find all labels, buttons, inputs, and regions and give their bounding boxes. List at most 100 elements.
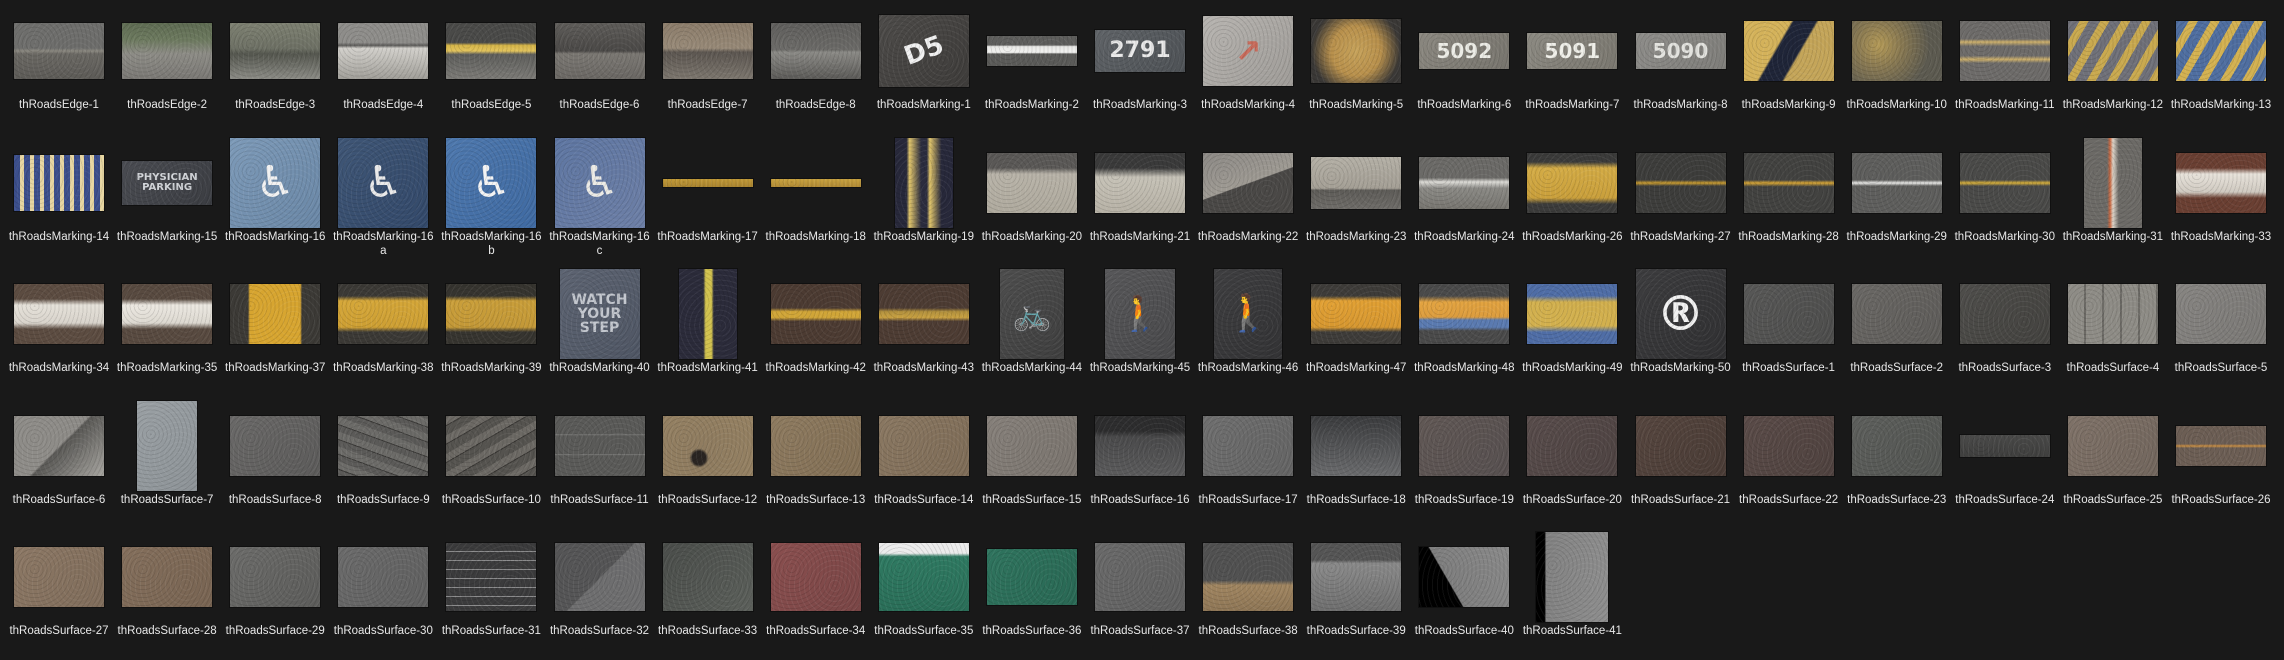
file-item[interactable]: thRoadsSurface-34 xyxy=(762,532,870,660)
file-item[interactable]: thRoadsMarking-13 xyxy=(2167,6,2275,134)
file-item[interactable]: thRoadsSurface-30 xyxy=(329,532,437,660)
file-item[interactable]: thRoadsSurface-39 xyxy=(1302,532,1410,660)
file-item[interactable]: thRoadsMarking-11 xyxy=(1951,6,2059,134)
file-item[interactable]: thRoadsSurface-25 xyxy=(2059,401,2167,529)
file-item[interactable]: ♿ thRoadsMarking-16 xyxy=(221,137,329,266)
file-item[interactable]: thRoadsSurface-22 xyxy=(1735,401,1843,529)
file-item[interactable]: thRoadsMarking-29 xyxy=(1843,138,1951,266)
file-item[interactable]: thRoadsMarking-26 xyxy=(1518,138,1626,266)
file-item[interactable]: thRoadsMarking-28 xyxy=(1735,138,1843,266)
file-item[interactable]: thRoadsSurface-9 xyxy=(329,401,437,529)
file-item[interactable]: thRoadsSurface-38 xyxy=(1194,532,1302,660)
file-item[interactable]: thRoadsSurface-20 xyxy=(1518,401,1626,529)
file-item[interactable]: thRoadsMarking-30 xyxy=(1951,138,2059,266)
thumbnail-text: 🚶 xyxy=(1225,293,1271,334)
file-item[interactable]: thRoadsMarking-41 xyxy=(654,269,762,397)
file-item[interactable]: thRoadsEdge-7 xyxy=(654,6,762,134)
file-item[interactable]: thRoadsSurface-26 xyxy=(2167,401,2275,529)
file-item[interactable]: thRoadsEdge-5 xyxy=(437,6,545,134)
file-item[interactable]: thRoadsMarking-14 xyxy=(5,138,113,266)
file-item[interactable]: thRoadsSurface-21 xyxy=(1627,401,1735,529)
file-item[interactable]: thRoadsMarking-19 xyxy=(870,137,978,266)
file-item[interactable]: thRoadsMarking-20 xyxy=(978,138,1086,266)
file-item[interactable]: thRoadsEdge-1 xyxy=(5,6,113,134)
file-item[interactable]: 🚲 thRoadsMarking-44 xyxy=(978,269,1086,397)
file-item[interactable]: thRoadsMarking-31 xyxy=(2059,137,2167,266)
file-item[interactable]: thRoadsSurface-16 xyxy=(1086,401,1194,529)
file-item[interactable]: thRoadsMarking-33 xyxy=(2167,138,2275,266)
file-item[interactable]: thRoadsSurface-3 xyxy=(1951,269,2059,397)
file-item[interactable]: 5090 thRoadsMarking-8 xyxy=(1627,6,1735,134)
file-item[interactable]: 2791 thRoadsMarking-3 xyxy=(1086,6,1194,134)
file-item[interactable]: thRoadsSurface-27 xyxy=(5,532,113,660)
file-item[interactable]: thRoadsSurface-17 xyxy=(1194,401,1302,529)
file-item[interactable]: ♿ thRoadsMarking-16b xyxy=(437,137,545,266)
file-item[interactable]: thRoadsSurface-19 xyxy=(1410,401,1518,529)
file-item[interactable]: 5092 thRoadsMarking-6 xyxy=(1410,6,1518,134)
file-item[interactable]: thRoadsSurface-23 xyxy=(1843,401,1951,529)
file-item[interactable]: thRoadsSurface-2 xyxy=(1843,269,1951,397)
file-item[interactable]: ® thRoadsMarking-50 xyxy=(1627,269,1735,397)
file-item[interactable]: thRoadsSurface-41 xyxy=(1518,532,1626,660)
file-item[interactable]: thRoadsSurface-15 xyxy=(978,401,1086,529)
file-item[interactable]: thRoadsEdge-4 xyxy=(329,6,437,134)
file-item[interactable]: thRoadsSurface-5 xyxy=(2167,269,2275,397)
file-item[interactable]: thRoadsMarking-5 xyxy=(1302,6,1410,134)
file-item[interactable]: 🚶 thRoadsMarking-46 xyxy=(1194,269,1302,397)
file-item[interactable]: thRoadsMarking-24 xyxy=(1410,138,1518,266)
file-item[interactable]: thRoadsMarking-22 xyxy=(1194,138,1302,266)
file-item[interactable]: thRoadsMarking-48 xyxy=(1410,269,1518,397)
file-item[interactable]: thRoadsSurface-40 xyxy=(1410,532,1518,660)
file-item[interactable]: thRoadsMarking-21 xyxy=(1086,138,1194,266)
file-item[interactable]: ♿ thRoadsMarking-16c xyxy=(546,137,654,266)
file-item[interactable]: thRoadsMarking-18 xyxy=(762,138,870,266)
file-item[interactable]: thRoadsMarking-37 xyxy=(221,269,329,397)
file-item[interactable]: thRoadsSurface-7 xyxy=(113,400,221,529)
file-item[interactable]: D5 thRoadsMarking-1 xyxy=(870,6,978,134)
file-item[interactable]: thRoadsSurface-14 xyxy=(870,401,978,529)
file-item[interactable]: thRoadsMarking-35 xyxy=(113,269,221,397)
file-item[interactable]: WATCH YOUR STEP thRoadsMarking-40 xyxy=(546,269,654,397)
file-item[interactable]: thRoadsSurface-28 xyxy=(113,532,221,660)
file-item[interactable]: thRoadsMarking-38 xyxy=(329,269,437,397)
file-item[interactable]: thRoadsMarking-17 xyxy=(654,138,762,266)
file-item[interactable]: thRoadsSurface-8 xyxy=(221,401,329,529)
file-item[interactable]: thRoadsSurface-37 xyxy=(1086,532,1194,660)
file-item[interactable]: thRoadsEdge-8 xyxy=(762,6,870,134)
file-item[interactable]: thRoadsSurface-32 xyxy=(546,532,654,660)
file-item[interactable]: thRoadsSurface-4 xyxy=(2059,269,2167,397)
file-item[interactable]: thRoadsSurface-13 xyxy=(762,401,870,529)
file-item[interactable]: thRoadsSurface-29 xyxy=(221,532,329,660)
file-item[interactable]: thRoadsMarking-39 xyxy=(437,269,545,397)
file-item[interactable]: thRoadsSurface-11 xyxy=(546,401,654,529)
file-item[interactable]: thRoadsMarking-42 xyxy=(762,269,870,397)
file-item[interactable]: ♿ thRoadsMarking-16a xyxy=(329,137,437,266)
file-item[interactable]: thRoadsEdge-6 xyxy=(546,6,654,134)
file-item[interactable]: thRoadsMarking-27 xyxy=(1627,138,1735,266)
file-item[interactable]: thRoadsEdge-3 xyxy=(221,6,329,134)
file-item[interactable]: thRoadsMarking-43 xyxy=(870,269,978,397)
file-item[interactable]: thRoadsSurface-33 xyxy=(654,532,762,660)
file-item[interactable]: thRoadsMarking-10 xyxy=(1843,6,1951,134)
file-item[interactable]: thRoadsSurface-18 xyxy=(1302,401,1410,529)
file-item[interactable]: thRoadsMarking-12 xyxy=(2059,6,2167,134)
file-item[interactable]: thRoadsEdge-2 xyxy=(113,6,221,134)
file-item[interactable]: 🚶 thRoadsMarking-45 xyxy=(1086,269,1194,397)
file-item[interactable]: 5091 thRoadsMarking-7 xyxy=(1518,6,1626,134)
file-item[interactable]: thRoadsMarking-2 xyxy=(978,6,1086,134)
file-item[interactable]: thRoadsSurface-36 xyxy=(978,532,1086,660)
file-item[interactable]: PHYSICIAN PARKING thRoadsMarking-15 xyxy=(113,138,221,266)
file-item[interactable]: thRoadsSurface-35 xyxy=(870,532,978,660)
file-item[interactable]: thRoadsMarking-23 xyxy=(1302,138,1410,266)
file-item[interactable]: thRoadsMarking-9 xyxy=(1735,6,1843,134)
file-item[interactable]: thRoadsSurface-6 xyxy=(5,401,113,529)
file-item[interactable]: thRoadsSurface-1 xyxy=(1735,269,1843,397)
file-item[interactable]: thRoadsMarking-47 xyxy=(1302,269,1410,397)
file-item[interactable]: ↗ thRoadsMarking-4 xyxy=(1194,6,1302,134)
file-item[interactable]: thRoadsSurface-24 xyxy=(1951,401,2059,529)
file-item[interactable]: thRoadsMarking-34 xyxy=(5,269,113,397)
file-item[interactable]: thRoadsSurface-12 xyxy=(654,401,762,529)
file-item[interactable]: thRoadsSurface-10 xyxy=(437,401,545,529)
file-item[interactable]: thRoadsMarking-49 xyxy=(1518,269,1626,397)
file-item[interactable]: thRoadsSurface-31 xyxy=(437,532,545,660)
